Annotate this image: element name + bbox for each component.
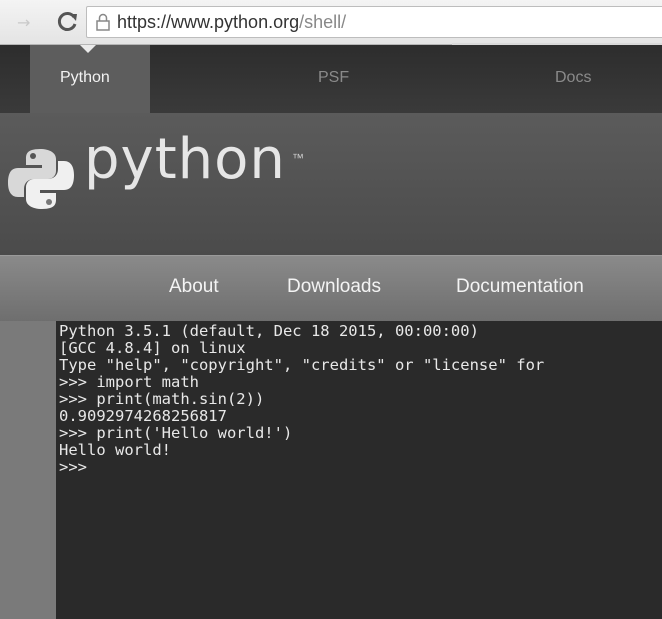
tab-python[interactable]: Python (60, 69, 110, 87)
shell-prompt[interactable]: >>> (59, 458, 87, 476)
top-nav: Python PSF Docs (0, 45, 662, 113)
shell-output: Python 3.5.1 (default, Dec 18 2015, 00:0… (59, 323, 544, 476)
shell-line: Hello world! (59, 441, 171, 459)
url-path: /shell/ (299, 12, 347, 32)
url-text: https://www.python.org/shell/ (117, 12, 346, 33)
shell-left-margin (0, 321, 56, 619)
forward-arrow-icon[interactable]: → (17, 13, 37, 33)
shell-line: Python 3.5.1 (default, Dec 18 2015, 00:0… (59, 322, 479, 340)
tab-psf[interactable]: PSF (318, 69, 349, 87)
main-nav: About Downloads Documentation (0, 255, 662, 322)
nav-documentation[interactable]: Documentation (456, 276, 584, 298)
shell-line: >>> print('Hello world!') (59, 424, 293, 442)
python-logo-text[interactable]: python (84, 127, 286, 192)
browser-address-bar: → https://www.python.org/shell/ (0, 0, 662, 46)
url-host: https://www.python.org (117, 12, 300, 32)
nav-about[interactable]: About (169, 276, 219, 298)
shell-line: >>> import math (59, 373, 199, 391)
shell-line: [GCC 4.8.4] on linux (59, 339, 246, 357)
nav-downloads[interactable]: Downloads (287, 276, 381, 298)
shell-line: 0.9092974268256817 (59, 407, 227, 425)
python-logo-icon[interactable] (6, 143, 76, 213)
site-header: python ™ (0, 113, 662, 255)
python-shell-console[interactable]: Python 3.5.1 (default, Dec 18 2015, 00:0… (56, 321, 662, 619)
url-field[interactable]: https://www.python.org/shell/ (86, 6, 662, 38)
shell-line: >>> print(math.sin(2)) (59, 390, 265, 408)
shell-line: Type "help", "copyright", "credits" or "… (59, 356, 545, 374)
reload-icon[interactable] (56, 10, 80, 34)
trademark-symbol: ™ (292, 151, 304, 165)
lock-icon (95, 13, 111, 31)
tab-docs[interactable]: Docs (555, 69, 591, 87)
